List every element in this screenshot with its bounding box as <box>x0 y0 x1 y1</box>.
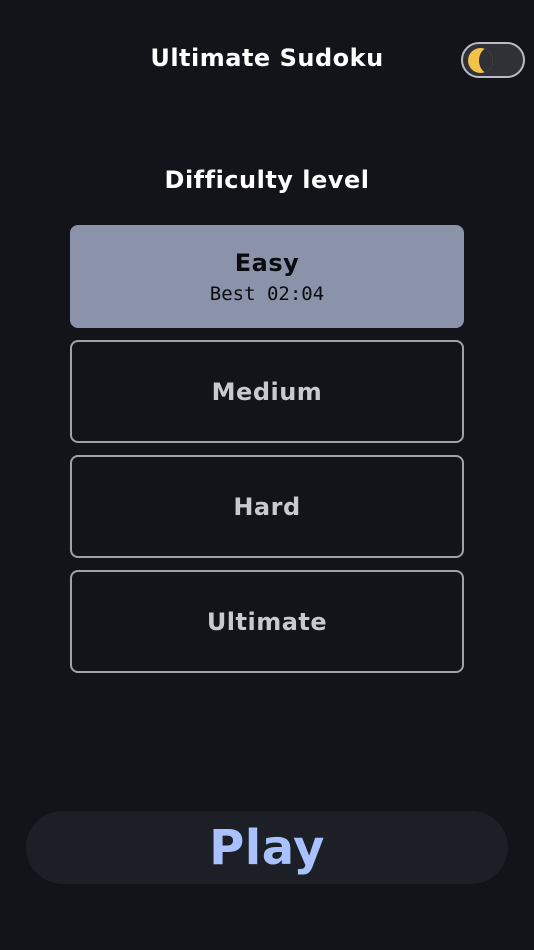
difficulty-option-medium[interactable]: Medium <box>70 340 464 443</box>
difficulty-option-ultimate[interactable]: Ultimate <box>70 570 464 673</box>
app-title: Ultimate Sudoku <box>150 44 384 72</box>
difficulty-option-label: Easy <box>234 248 300 277</box>
difficulty-option-label: Hard <box>233 492 301 521</box>
play-button[interactable]: Play <box>26 811 508 884</box>
sudoku-start-screen: Ultimate Sudoku Difficulty level Easy Be… <box>0 0 534 950</box>
difficulty-list: Easy Best 02:04 Medium Hard Ultimate <box>70 225 464 685</box>
difficulty-option-label: Medium <box>211 377 323 406</box>
difficulty-heading: Difficulty level <box>164 166 370 194</box>
moon-icon <box>468 48 493 73</box>
best-time: Best 02:04 <box>209 282 325 305</box>
theme-toggle[interactable] <box>461 42 525 78</box>
difficulty-option-easy[interactable]: Easy Best 02:04 <box>70 225 464 328</box>
play-button-label: Play <box>209 819 325 876</box>
difficulty-option-hard[interactable]: Hard <box>70 455 464 558</box>
difficulty-option-label: Ultimate <box>206 607 328 636</box>
